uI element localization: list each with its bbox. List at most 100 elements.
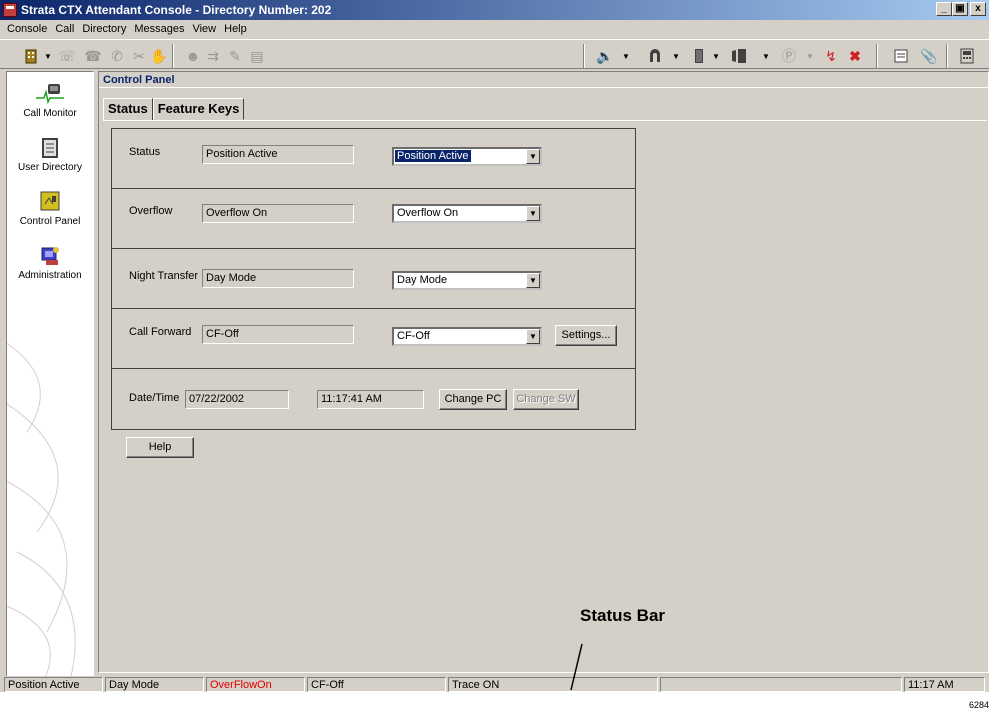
status-panel: Status Position Active Position Active ▼… xyxy=(111,128,636,430)
night-transfer-current-value: Day Mode xyxy=(202,269,354,288)
night-transfer-row: Night Transfer Day Mode Day Mode ▼ xyxy=(112,249,635,309)
status-trace: Trace ON xyxy=(448,677,658,692)
night-transfer-label: Night Transfer xyxy=(129,270,199,282)
pen-icon[interactable]: ✎ xyxy=(226,47,244,65)
menu-view[interactable]: View xyxy=(189,23,221,35)
menu-directory[interactable]: Directory xyxy=(79,23,131,35)
cancel-icon[interactable]: ✖ xyxy=(846,47,864,65)
status-label: Status xyxy=(129,146,161,158)
toolbar: ▼ ☏ ☎ ✆ ✂ ✋ ☻ ⇉ ✎ ▤ 🔈 ▼ ▼ ▼ ▼ Ⓟ ▼ ↯ ✖ � xyxy=(0,39,989,69)
sidebar-item-label: Call Monitor xyxy=(23,108,77,119)
status-clock: 11:17 AM xyxy=(904,677,985,692)
user-directory-icon xyxy=(36,136,64,160)
time-field: 11:17:41 AM xyxy=(317,390,424,409)
tab-feature-keys[interactable]: Feature Keys xyxy=(152,98,245,120)
magnet-icon[interactable] xyxy=(646,47,664,65)
status-empty-1 xyxy=(660,677,902,692)
change-sw-button: Change SW xyxy=(513,389,579,410)
exit-door-icon[interactable] xyxy=(730,47,748,65)
door-icon[interactable] xyxy=(690,47,708,65)
sidebar-item-call-monitor[interactable]: Call Monitor xyxy=(7,82,93,119)
call-forward-current-value: CF-Off xyxy=(202,325,354,344)
magnet-dropdown-icon[interactable]: ▼ xyxy=(672,52,680,61)
title-bar: Strata CTX Attendant Console - Directory… xyxy=(0,0,989,20)
menu-messages[interactable]: Messages xyxy=(131,23,189,35)
menu-help[interactable]: Help xyxy=(221,23,252,35)
status-row: Status Position Active Position Active ▼ xyxy=(112,129,635,189)
date-time-label: Date/Time xyxy=(129,392,180,404)
release-call-icon[interactable]: ✂ xyxy=(130,47,148,65)
menu-bar: Console Call Directory Messages View Hel… xyxy=(0,20,989,38)
hand-icon[interactable]: ✋ xyxy=(150,47,168,65)
night-transfer-select-value: Day Mode xyxy=(397,274,448,286)
building-icon[interactable] xyxy=(22,47,40,65)
paperclip-icon[interactable]: 📎 xyxy=(920,47,938,65)
minimize-button[interactable]: _ xyxy=(936,2,952,16)
overflow-select[interactable]: Overflow On ▼ xyxy=(392,204,542,223)
close-button[interactable]: x xyxy=(970,2,986,16)
tab-status[interactable]: Status xyxy=(103,98,153,121)
call-monitor-icon xyxy=(36,82,64,106)
notepad-icon[interactable] xyxy=(892,47,910,65)
status-call-forward: CF-Off xyxy=(307,677,446,692)
change-pc-button[interactable]: Change PC xyxy=(439,389,507,410)
status-select[interactable]: Position Active ▼ xyxy=(392,147,542,166)
overflow-current-value: Overflow On xyxy=(202,204,354,223)
callout-pointer-line xyxy=(570,643,583,691)
date-time-row: Date/Time 07/22/2002 11:17:41 AM Change … xyxy=(112,369,635,429)
call-forward-select-value: CF-Off xyxy=(397,330,430,342)
overflow-select-value: Overflow On xyxy=(397,207,459,219)
help-button[interactable]: Help xyxy=(126,437,194,458)
park-icon[interactable]: Ⓟ xyxy=(780,47,798,65)
app-phone-icon xyxy=(3,3,17,17)
night-transfer-select[interactable]: Day Mode ▼ xyxy=(392,271,542,290)
overflow-label: Overflow xyxy=(129,205,173,217)
control-panel-icon xyxy=(36,190,64,214)
status-bar: Position Active Day Mode OverFlowOn CF-O… xyxy=(0,676,989,692)
settings-button[interactable]: Settings... xyxy=(555,325,617,346)
status-day-mode: Day Mode xyxy=(105,677,204,692)
sidebar-item-label: Control Panel xyxy=(19,216,81,227)
sidebar: Call Monitor User Directory Control Pane… xyxy=(6,71,94,679)
speaker-dropdown-icon[interactable]: ▼ xyxy=(622,52,630,61)
call-forward-label: Call Forward xyxy=(129,326,192,338)
date-field: 07/22/2002 xyxy=(185,390,289,409)
answer-call-icon[interactable]: ☏ xyxy=(58,47,76,65)
phone-panel-icon[interactable] xyxy=(958,47,976,65)
transfer-call-icon[interactable]: ✆ xyxy=(108,47,126,65)
window-title: Strata CTX Attendant Console - Directory… xyxy=(21,3,332,17)
sidebar-item-administration[interactable]: Administration xyxy=(7,244,93,281)
memo-icon[interactable]: ▤ xyxy=(248,47,266,65)
call-forward-select[interactable]: CF-Off ▼ xyxy=(392,327,542,346)
call-forward-row: Call Forward CF-Off CF-Off ▼ Settings... xyxy=(112,309,635,369)
exit-dropdown-icon[interactable]: ▼ xyxy=(762,52,770,61)
app-window: Strata CTX Attendant Console - Directory… xyxy=(0,0,989,692)
menu-call[interactable]: Call xyxy=(52,23,79,35)
lightning-icon[interactable]: ↯ xyxy=(822,47,840,65)
overflow-row: Overflow Overflow On Overflow On ▼ xyxy=(112,189,635,249)
sidebar-item-label: Administration xyxy=(18,270,82,281)
administration-icon xyxy=(36,244,64,268)
hold-call-icon[interactable]: ☎ xyxy=(84,47,102,65)
status-select-value: Position Active xyxy=(395,150,471,162)
forward-icon[interactable]: ⇉ xyxy=(204,47,222,65)
menu-console[interactable]: Console xyxy=(4,23,52,35)
chevron-down-icon[interactable]: ▼ xyxy=(526,273,540,288)
chevron-down-icon[interactable]: ▼ xyxy=(526,206,540,221)
sidebar-item-user-directory[interactable]: User Directory xyxy=(7,136,93,173)
figure-id: 6284 xyxy=(968,700,989,710)
status-current-value: Position Active xyxy=(202,145,354,164)
status-bar-callout: Status Bar xyxy=(580,606,666,625)
chevron-down-icon[interactable]: ▼ xyxy=(526,149,540,164)
door-dropdown-icon[interactable]: ▼ xyxy=(712,52,720,61)
status-overflow: OverFlowOn xyxy=(206,677,305,692)
building-dropdown-icon[interactable]: ▼ xyxy=(44,52,52,61)
chevron-down-icon[interactable]: ▼ xyxy=(526,329,540,344)
status-position: Position Active xyxy=(4,677,103,692)
park-dropdown-icon[interactable]: ▼ xyxy=(806,52,814,61)
restore-button[interactable]: ▣ xyxy=(952,2,968,16)
speaker-icon[interactable]: 🔈 xyxy=(596,47,614,65)
sidebar-item-control-panel[interactable]: Control Panel xyxy=(7,190,93,227)
tab-bar: Status Feature Keys xyxy=(103,98,245,121)
person-icon[interactable]: ☻ xyxy=(184,47,202,65)
